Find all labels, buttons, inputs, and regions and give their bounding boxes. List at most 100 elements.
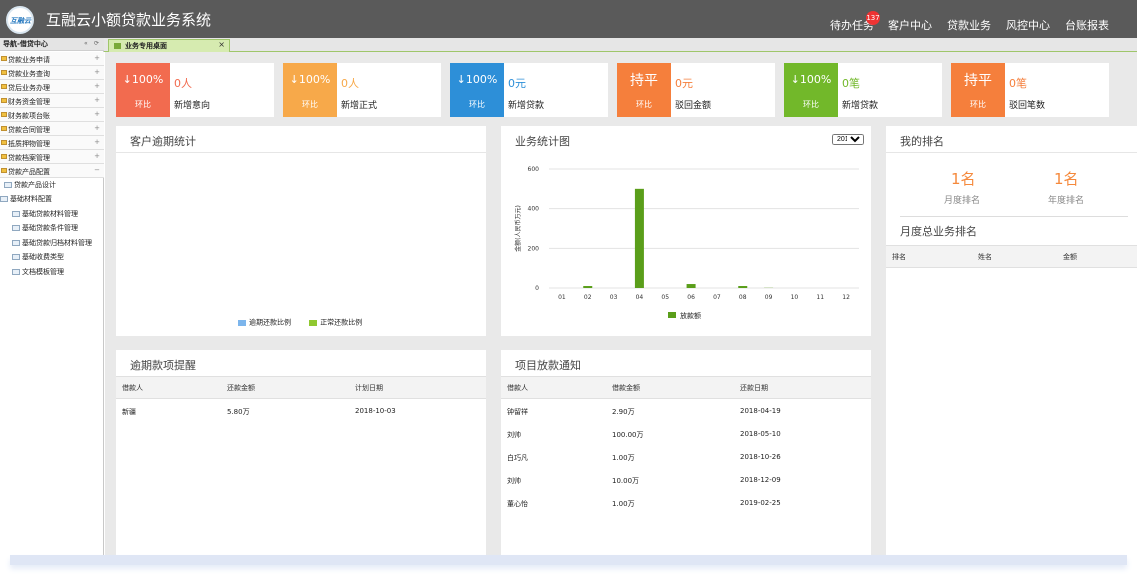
expand-icon[interactable]: + bbox=[94, 54, 100, 62]
table-row[interactable]: 白巧凡 1.00万 2018-10-26 bbox=[501, 448, 871, 468]
tab-bar: 业务专用桌面 × bbox=[104, 38, 1137, 52]
legend-label[interactable]: 正常还款比例 bbox=[320, 319, 362, 327]
stat-label: 新增正式 bbox=[341, 101, 378, 111]
loan-table-header: 借款人 借款金额 还款日期 bbox=[501, 376, 871, 399]
tree-item-label: 基础贷款归档材料管理 bbox=[22, 239, 92, 247]
folder-icon bbox=[1, 140, 7, 145]
sidebar-item-contracts[interactable]: 贷款合同管理 + bbox=[0, 122, 104, 136]
tree-item-fee-type[interactable]: 基础收费类型 bbox=[12, 252, 64, 262]
overdue-table-header: 借款人 还款金额 计划日期 bbox=[116, 376, 486, 399]
expand-icon[interactable]: + bbox=[94, 82, 100, 90]
table-row[interactable]: 钟留祥 2.90万 2018-04-19 bbox=[501, 402, 871, 422]
expand-icon[interactable]: + bbox=[94, 124, 100, 132]
business-chart-panel: 业务统计图 2018 0 200 400 600 金额(人民币万元) 01 02 03 04 05… bbox=[501, 126, 871, 336]
stat-value: 0人 bbox=[341, 77, 359, 90]
expand-icon[interactable]: + bbox=[94, 110, 100, 118]
stat-change: ↓100% bbox=[450, 73, 504, 86]
nav-loan-business[interactable]: 贷款业务 bbox=[947, 17, 991, 33]
folder-icon bbox=[1, 112, 7, 117]
nav-risk-center[interactable]: 风控中心 bbox=[1006, 17, 1050, 33]
x-tick-label: 12 bbox=[842, 294, 850, 301]
table-row[interactable]: 董心怡 1.00万 2019-02-25 bbox=[501, 494, 871, 514]
column-header[interactable]: 借款人 bbox=[122, 383, 143, 393]
x-tick-label: 05 bbox=[661, 294, 669, 301]
expand-icon[interactable]: + bbox=[94, 152, 100, 160]
divider bbox=[116, 152, 486, 153]
tree-item-product-design[interactable]: 贷款产品设计 bbox=[4, 180, 56, 190]
expand-icon[interactable]: + bbox=[94, 138, 100, 146]
cell-amount: 10.00万 bbox=[612, 477, 640, 485]
cell-date: 2018-10-26 bbox=[740, 453, 781, 461]
down-arrow-icon: ↓ bbox=[289, 73, 299, 86]
sidebar-item-post-loan[interactable]: 贷后业务办理 + bbox=[0, 80, 104, 94]
expand-icon[interactable]: + bbox=[94, 96, 100, 104]
column-header[interactable]: 借款金额 bbox=[612, 383, 640, 393]
sidebar-item-loan-apply[interactable]: 贷款业务申请 + bbox=[0, 52, 104, 66]
bar bbox=[583, 286, 593, 288]
year-rank-label: 年度排名 bbox=[1048, 196, 1085, 206]
expand-icon[interactable]: + bbox=[94, 68, 100, 76]
stat-card: ↓100% 环比 0元 新增贷款 bbox=[450, 63, 608, 117]
column-header[interactable]: 计划日期 bbox=[355, 383, 383, 393]
column-header[interactable]: 借款人 bbox=[507, 383, 528, 393]
stat-pct: 持平 bbox=[964, 73, 992, 89]
sidebar-item-collateral[interactable]: 抵质押物管理 + bbox=[0, 136, 104, 150]
column-header[interactable]: 排名 bbox=[892, 252, 906, 262]
cell-date: 2019-02-25 bbox=[740, 499, 781, 507]
nav-ledger-reports[interactable]: 台账报表 bbox=[1065, 17, 1109, 33]
nav-customer-center[interactable]: 客户中心 bbox=[888, 17, 932, 33]
logo-text: 互融云 bbox=[10, 17, 31, 25]
cell-date: 2018-10-03 bbox=[355, 407, 396, 415]
column-header[interactable]: 金额 bbox=[1063, 252, 1077, 262]
page-icon bbox=[12, 254, 20, 260]
stat-card: ↓100% 环比 0笔 新增贷款 bbox=[784, 63, 942, 117]
column-header[interactable]: 姓名 bbox=[978, 252, 992, 262]
panel-title: 项目放款通知 bbox=[515, 359, 581, 372]
x-tick-label: 10 bbox=[791, 294, 799, 301]
down-arrow-icon: ↓ bbox=[122, 73, 132, 86]
tab-label: 业务专用桌面 bbox=[125, 42, 167, 50]
sidebar-item-finance-funds[interactable]: 财务资金管理 + bbox=[0, 94, 104, 108]
table-row[interactable]: 新疆 5.80万 2018-10-03 bbox=[116, 402, 486, 422]
tree-item-label: 基础贷款材料管理 bbox=[22, 210, 78, 218]
legend-label[interactable]: 逾期还款比例 bbox=[249, 319, 291, 327]
y-axis-label: 金额(人民币万元) bbox=[514, 205, 522, 252]
stat-label: 新增贷款 bbox=[842, 101, 879, 111]
column-header[interactable]: 还款日期 bbox=[740, 383, 768, 393]
tree-item-material-config[interactable]: 基础材料配置 bbox=[0, 194, 52, 204]
todo-count-badge: 137 bbox=[866, 11, 880, 25]
rank-table-header: 排名 姓名 金额 bbox=[886, 245, 1137, 268]
close-tab-icon[interactable]: × bbox=[218, 40, 225, 49]
tab-business-desktop[interactable]: 业务专用桌面 × bbox=[108, 39, 230, 52]
sidebar-item-loan-query[interactable]: 贷款业务查询 + bbox=[0, 66, 104, 80]
y-tick-label: 400 bbox=[528, 206, 540, 213]
refresh-icon[interactable]: ⟳ bbox=[94, 40, 99, 47]
y-tick-label: 200 bbox=[528, 245, 540, 252]
tree-item-basic-material[interactable]: 基础贷款材料管理 bbox=[12, 209, 78, 219]
cell-amount: 5.80万 bbox=[227, 408, 250, 416]
page-icon bbox=[12, 240, 20, 246]
column-header[interactable]: 还款金额 bbox=[227, 383, 255, 393]
ranking-panel: 我的排名 1名 月度排名 1名 年度排名 月度总业务排名 排名 姓名 金额 bbox=[886, 126, 1137, 555]
total-rank-title: 月度总业务排名 bbox=[900, 225, 977, 238]
stat-color-box: ↓100% 环比 bbox=[116, 63, 170, 117]
x-tick-label: 04 bbox=[636, 294, 644, 301]
main-content: ↓100% 环比 0人 新增意向 ↓100% 环比 0人 新增正式 ↓100% 环比 0元 新增贷款持… bbox=[105, 52, 1137, 555]
tree-item-basic-condition[interactable]: 基础贷款条件管理 bbox=[12, 223, 78, 233]
sidebar-item-finance-ledger[interactable]: 财务款项台账 + bbox=[0, 108, 104, 122]
folder-icon bbox=[1, 70, 7, 75]
cell-borrower: 董心怡 bbox=[507, 500, 528, 508]
collapse-left-icon[interactable]: « bbox=[84, 40, 88, 47]
page-icon bbox=[12, 211, 20, 217]
tree-item-doc-template[interactable]: 文档模板管理 bbox=[12, 267, 64, 277]
stat-pct: 100% bbox=[799, 73, 832, 86]
cell-borrower: 新疆 bbox=[122, 408, 136, 416]
table-row[interactable]: 刘帅 100.00万 2018-05-10 bbox=[501, 425, 871, 445]
table-row[interactable]: 刘帅 10.00万 2018-12-09 bbox=[501, 471, 871, 491]
sidebar-item-product-config[interactable]: 贷款产品配置 − bbox=[0, 164, 104, 178]
sidebar-item-archives[interactable]: 贷款档案管理 + bbox=[0, 150, 104, 164]
legend-swatch-normal bbox=[309, 319, 318, 326]
tree-item-archive-material[interactable]: 基础贷款归档材料管理 bbox=[12, 238, 92, 248]
stat-pct: 100% bbox=[465, 73, 498, 86]
collapse-icon[interactable]: − bbox=[94, 166, 100, 174]
